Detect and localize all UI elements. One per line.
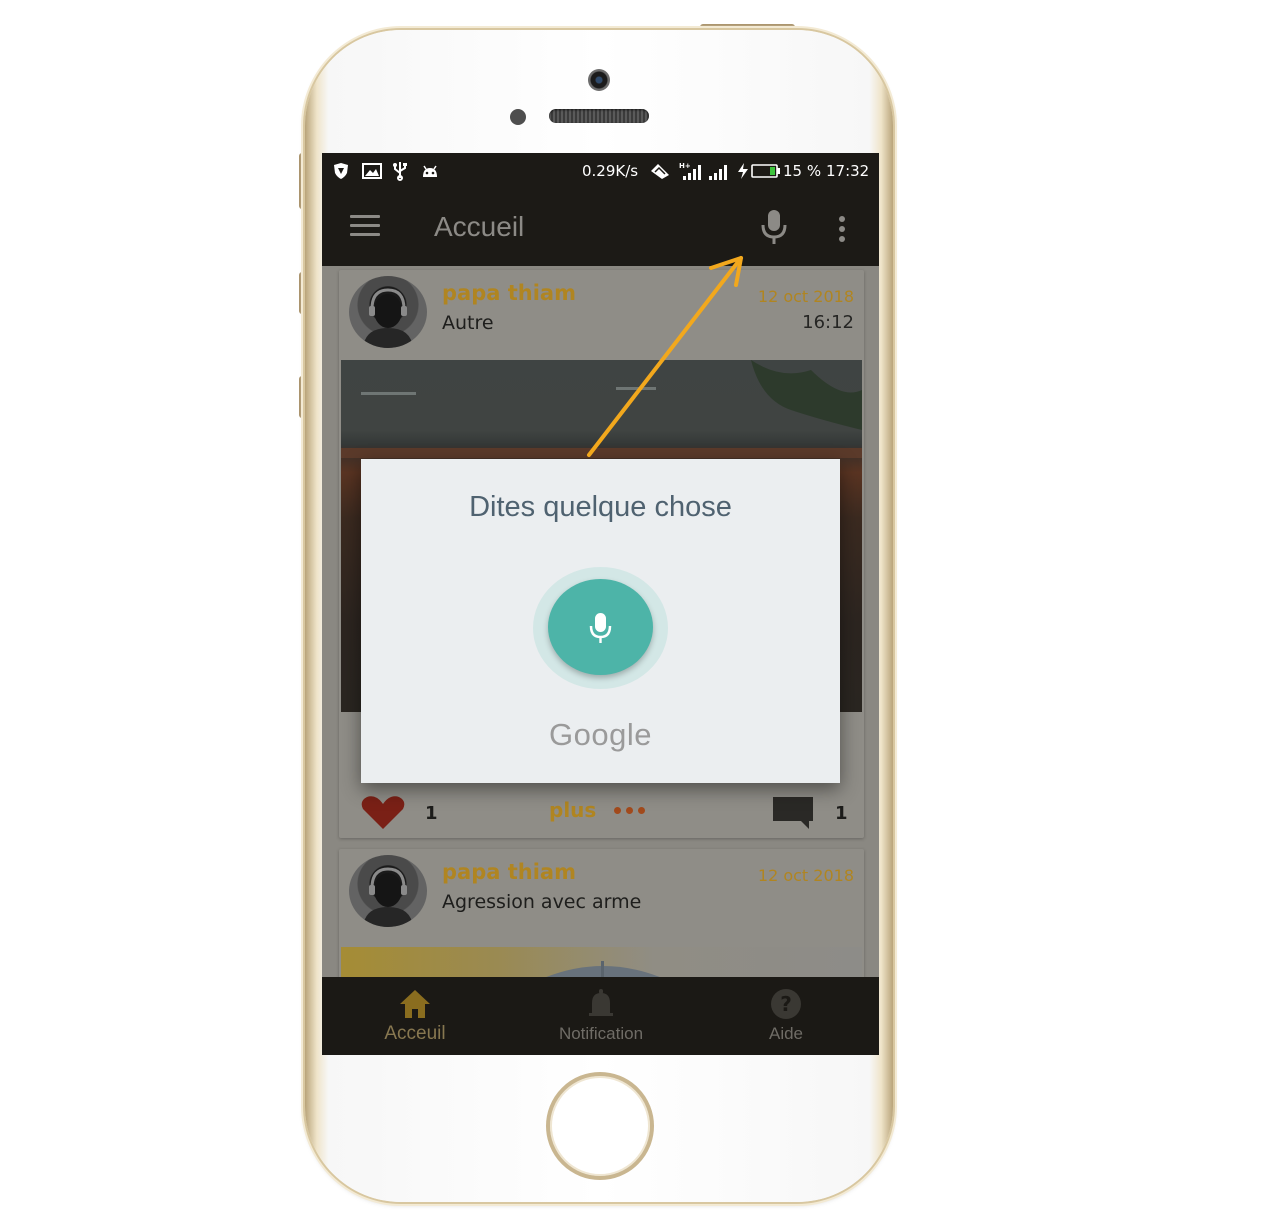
battery-percent: 15 %	[783, 162, 822, 180]
home-button[interactable]	[546, 1072, 654, 1180]
nav-label-help: Aide	[768, 1024, 804, 1043]
post-date: 12 oct 2018	[757, 866, 854, 885]
microphone-icon	[589, 613, 612, 643]
microphone-icon[interactable]	[760, 209, 788, 245]
comment-count: 1	[835, 802, 848, 824]
post-author[interactable]: papa thiam	[442, 860, 576, 884]
post-date: 12 oct 2018	[757, 287, 854, 306]
bell-icon	[589, 989, 613, 1016]
avatar	[349, 276, 427, 348]
front-camera	[588, 69, 610, 91]
voice-search-dialog: Dites quelque chose Google	[361, 459, 840, 783]
more-options-icon[interactable]	[837, 215, 847, 243]
nav-item-help[interactable]: ? Aide	[693, 977, 879, 1055]
menu-icon[interactable]	[350, 215, 380, 237]
like-count: 1	[425, 802, 438, 824]
usb-icon	[391, 161, 409, 181]
android-icon	[421, 161, 439, 181]
post-category: Autre	[442, 312, 494, 334]
page-title: Accueil	[434, 211, 525, 242]
avatar	[349, 855, 427, 927]
post-author[interactable]: papa thiam	[442, 281, 576, 305]
post-category: Agression avec arme	[442, 891, 642, 913]
home-icon	[400, 990, 430, 1018]
charging-icon	[737, 161, 749, 181]
ellipsis-icon	[614, 806, 646, 814]
voice-input-button[interactable]	[548, 579, 653, 675]
nav-item-notification[interactable]: Notification	[508, 977, 694, 1055]
nav-label-notification: Notification	[558, 1024, 644, 1043]
network-speed: 0.29K/s	[582, 162, 639, 180]
heart-icon	[361, 796, 405, 829]
comment-icon	[773, 797, 813, 829]
shield-icon	[332, 161, 350, 181]
nav-label-home: Acceuil	[384, 1023, 446, 1044]
data-transfer-icon	[649, 161, 671, 181]
more-action[interactable]: plus	[549, 798, 646, 822]
more-label: plus	[549, 798, 597, 822]
comment-action[interactable]: 1	[771, 795, 848, 831]
google-logo: Google	[549, 717, 652, 752]
post-card[interactable]: papa thiam Agression avec arme 12 oct 20…	[339, 849, 864, 977]
proximity-sensor	[510, 109, 526, 125]
post-time: 16:12	[802, 312, 854, 333]
wifi-signal-icon	[708, 161, 730, 181]
post-image[interactable]	[341, 947, 862, 977]
battery-icon	[751, 161, 781, 181]
nav-item-home[interactable]: Acceuil	[322, 977, 508, 1055]
clock: 17:32	[826, 162, 870, 180]
dialog-title: Dites quelque chose	[469, 491, 732, 523]
mobile-signal-icon: H+	[679, 161, 703, 181]
bottom-nav: Acceuil Notification ? Aide	[322, 977, 879, 1055]
svg-text:?: ?	[780, 992, 792, 1016]
svg-text:H+: H+	[679, 162, 691, 170]
earpiece-speaker	[549, 109, 649, 123]
help-icon: ?	[771, 989, 801, 1019]
app-bar: Accueil	[322, 189, 879, 266]
image-icon	[362, 161, 382, 181]
status-bar: 0.29K/s H+ 15 % 17:32	[322, 153, 879, 189]
like-action[interactable]: 1	[359, 795, 438, 831]
